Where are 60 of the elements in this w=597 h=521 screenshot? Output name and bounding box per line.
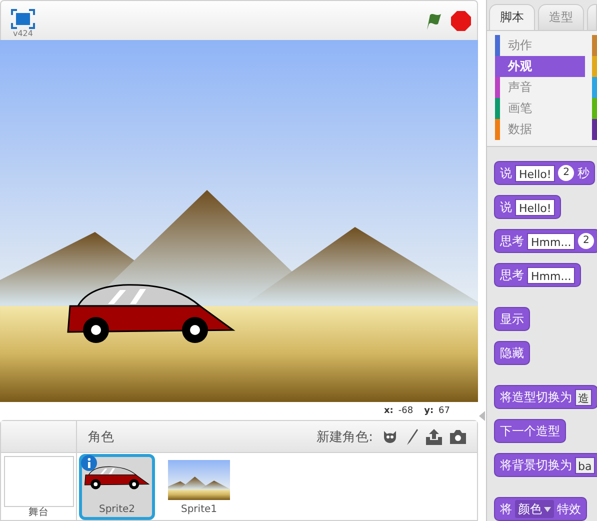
looks-block[interactable]: 将背景切换为 ba bbox=[494, 453, 597, 477]
sprite-name: Sprite2 bbox=[98, 504, 136, 516]
text-input[interactable]: Hello! bbox=[515, 164, 556, 182]
sprite-tile[interactable]: Sprite2 bbox=[79, 454, 155, 520]
looks-block[interactable]: 说 Hello! bbox=[494, 195, 562, 219]
y-label: y: bbox=[424, 406, 434, 416]
category-item[interactable]: 外观 bbox=[495, 56, 585, 77]
upload-icon[interactable] bbox=[425, 428, 443, 446]
looks-block[interactable]: 将 颜色 特效 bbox=[494, 497, 587, 521]
looks-block[interactable]: 隐藏 bbox=[494, 341, 530, 365]
block-label: 思考 bbox=[500, 232, 524, 250]
version-label: v424 bbox=[12, 29, 33, 38]
car-drawing bbox=[84, 466, 150, 490]
stage-thumbnail[interactable] bbox=[4, 456, 74, 507]
effect-dropdown[interactable]: 颜色 bbox=[515, 500, 554, 518]
text-input[interactable]: Hmm... bbox=[527, 232, 576, 250]
category-marker[interactable] bbox=[592, 119, 597, 140]
menu-input[interactable]: 造 bbox=[575, 388, 592, 406]
paintbrush-icon[interactable] bbox=[405, 428, 419, 446]
new-sprite-label: 新建角色: bbox=[316, 428, 373, 446]
block-label: 说 bbox=[500, 164, 512, 182]
stop-icon[interactable] bbox=[451, 11, 471, 31]
number-input[interactable]: 2 bbox=[558, 165, 574, 181]
camera-icon[interactable] bbox=[449, 428, 467, 444]
block-label: 说 bbox=[500, 198, 512, 216]
category-marker[interactable] bbox=[592, 56, 597, 77]
block-label: 思考 bbox=[500, 266, 524, 284]
block-label: 下一个造型 bbox=[500, 422, 560, 440]
looks-block[interactable]: 将造型切换为 造 bbox=[494, 385, 597, 409]
sprite-tile[interactable]: Sprite1 bbox=[161, 454, 237, 520]
number-input[interactable]: 2 bbox=[578, 233, 594, 249]
looks-block[interactable]: 说 Hello! 2 秒 bbox=[494, 161, 596, 185]
looks-block[interactable]: 思考 Hmm... 2 bbox=[494, 229, 597, 253]
looks-block[interactable]: 显示 bbox=[494, 307, 530, 331]
block-label: 将 bbox=[500, 500, 512, 518]
block-label: 将背景切换为 bbox=[500, 456, 572, 474]
block-label: 将造型切换为 bbox=[500, 388, 572, 406]
block-label: 秒 bbox=[577, 164, 590, 182]
sprite-name: Sprite1 bbox=[180, 504, 218, 516]
looks-block[interactable]: 思考 Hmm... bbox=[494, 263, 582, 287]
fullscreen-icon[interactable] bbox=[11, 9, 35, 29]
text-input[interactable]: Hmm... bbox=[527, 266, 576, 284]
landscape-thumbnail bbox=[168, 460, 230, 500]
text-input[interactable]: Hello! bbox=[515, 198, 556, 216]
category-marker[interactable] bbox=[592, 77, 597, 98]
panel-title: 角色 bbox=[88, 428, 114, 446]
category-marker[interactable] bbox=[592, 98, 597, 119]
category-marker[interactable] bbox=[592, 35, 597, 56]
y-value: 67 bbox=[438, 406, 450, 416]
palette-tab[interactable]: 脚本 bbox=[489, 4, 535, 30]
x-value: -68 bbox=[398, 406, 414, 416]
block-label: 特效 bbox=[557, 500, 581, 518]
looks-block[interactable]: 下一个造型 bbox=[494, 419, 566, 443]
block-label: 隐藏 bbox=[500, 344, 524, 362]
menu-input[interactable]: ba bbox=[575, 456, 595, 474]
x-label: x: bbox=[384, 406, 394, 416]
block-label: 显示 bbox=[500, 310, 524, 328]
caret-icon bbox=[544, 506, 551, 512]
info-icon[interactable] bbox=[81, 455, 97, 471]
stage-label: 舞台 bbox=[28, 507, 48, 519]
